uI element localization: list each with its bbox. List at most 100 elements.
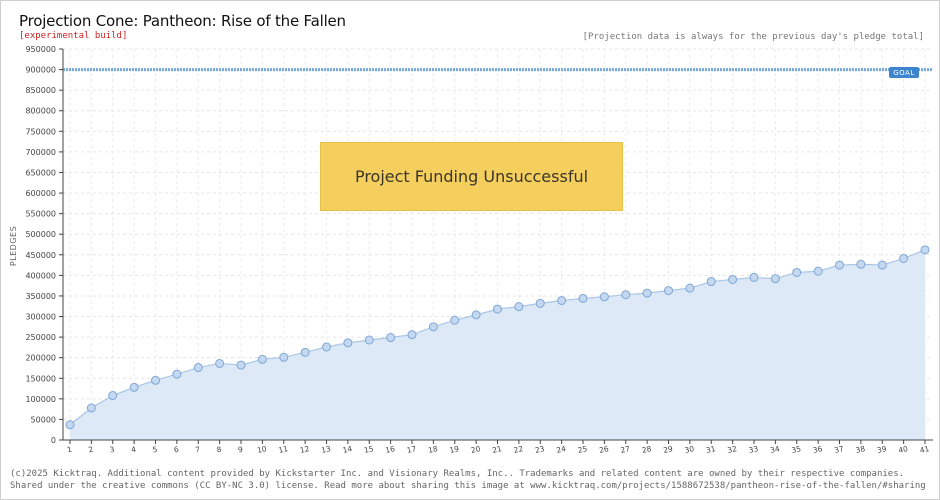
data-point bbox=[599, 292, 609, 302]
data-point bbox=[578, 293, 588, 303]
x-tick-label: 40 bbox=[898, 444, 909, 455]
x-tick-label: 32 bbox=[727, 444, 738, 455]
x-tick-label: 13 bbox=[320, 444, 331, 455]
data-point bbox=[386, 333, 396, 343]
y-tick-labels: 0 50000 100000 150000 200000 250000 300000 3500… bbox=[25, 45, 56, 445]
y-tick-label: 900000 bbox=[25, 66, 56, 75]
data-point bbox=[407, 330, 417, 340]
x-tick-label: 14 bbox=[342, 444, 353, 455]
data-point bbox=[279, 352, 289, 362]
y-tick-label: 350000 bbox=[25, 292, 56, 301]
x-tick-label: 2 bbox=[88, 445, 95, 455]
x-tick-label: 9 bbox=[237, 445, 244, 455]
data-point bbox=[557, 295, 567, 305]
x-tick-label: 11 bbox=[278, 444, 289, 455]
chart-canvas: 0500001000001500002000002500003000003500… bbox=[9, 45, 933, 455]
data-point bbox=[86, 403, 96, 413]
data-point bbox=[343, 338, 353, 348]
y-tick-label: 450000 bbox=[25, 251, 56, 260]
data-point bbox=[728, 274, 738, 284]
data-point bbox=[428, 322, 438, 332]
footer: (c)2025 Kicktraq. Additional content pro… bbox=[10, 468, 926, 492]
data-point bbox=[471, 310, 481, 320]
x-tick-label: 17 bbox=[406, 444, 417, 455]
y-tick-label: 600000 bbox=[25, 189, 56, 198]
x-tick-label: 22 bbox=[513, 444, 524, 455]
x-tick-label: 39 bbox=[876, 444, 887, 455]
x-tick-label: 31 bbox=[705, 444, 716, 455]
data-point bbox=[364, 335, 374, 345]
x-tick-label: 12 bbox=[299, 444, 310, 455]
funding-status-banner: Project Funding Unsuccessful bbox=[320, 142, 623, 211]
data-point bbox=[770, 274, 780, 284]
x-tick-label: 38 bbox=[855, 444, 866, 455]
y-tick-label: 0 bbox=[51, 436, 56, 445]
data-point bbox=[215, 358, 225, 368]
y-tick-label: 200000 bbox=[25, 354, 56, 363]
y-tick-label: 750000 bbox=[25, 127, 56, 136]
y-tick-label: 150000 bbox=[25, 374, 56, 383]
x-tick-label: 36 bbox=[812, 444, 823, 455]
x-tick-label: 30 bbox=[684, 444, 695, 455]
x-tick-label: 34 bbox=[769, 444, 780, 455]
data-point bbox=[642, 288, 652, 298]
data-point bbox=[813, 266, 823, 276]
data-point bbox=[514, 302, 524, 312]
x-tick-label: 25 bbox=[577, 444, 588, 455]
x-tick-label: 27 bbox=[620, 444, 631, 455]
x-tick-label: 10 bbox=[256, 444, 267, 455]
x-tick-label: 4 bbox=[130, 445, 137, 455]
goal-badge: GOAL bbox=[889, 67, 919, 78]
data-point bbox=[65, 420, 75, 430]
x-tick-label: 26 bbox=[598, 444, 609, 455]
x-tick-label: 19 bbox=[449, 444, 460, 455]
x-tick-label: 24 bbox=[556, 444, 567, 455]
y-tick-label: 500000 bbox=[25, 230, 56, 239]
x-tick-label: 16 bbox=[385, 444, 396, 455]
y-tick-label: 100000 bbox=[25, 395, 56, 404]
data-point bbox=[856, 259, 866, 269]
data-point bbox=[835, 260, 844, 270]
data-point bbox=[664, 286, 673, 296]
x-tick-label: 1 bbox=[66, 445, 73, 455]
data-point bbox=[172, 369, 182, 379]
x-tick-label: 8 bbox=[216, 445, 223, 455]
x-tick-label: 3 bbox=[109, 445, 116, 455]
data-point bbox=[129, 382, 139, 392]
data-point bbox=[920, 245, 930, 255]
x-tick-label: 15 bbox=[363, 444, 374, 455]
data-point bbox=[493, 304, 502, 314]
x-tick-label: 35 bbox=[791, 444, 802, 455]
y-tick-label: 550000 bbox=[25, 210, 56, 219]
data-point bbox=[706, 277, 716, 287]
data-point bbox=[300, 347, 310, 357]
y-tick-label: 400000 bbox=[25, 271, 56, 280]
data-point bbox=[899, 253, 909, 263]
data-point bbox=[749, 272, 759, 282]
data-point bbox=[236, 360, 246, 370]
x-tick-label: 7 bbox=[194, 445, 201, 455]
data-point bbox=[877, 260, 887, 270]
y-tick-label: 700000 bbox=[25, 148, 56, 157]
data-point bbox=[193, 363, 203, 373]
data-point bbox=[792, 267, 802, 277]
y-tick-label: 650000 bbox=[25, 168, 56, 177]
y-tick-label: 50000 bbox=[31, 415, 56, 424]
x-tick-label: 28 bbox=[641, 444, 652, 455]
footer-copyright: (c)2025 Kicktraq. Additional content pro… bbox=[10, 469, 905, 479]
x-tick-label: 33 bbox=[748, 444, 759, 455]
x-tick-label: 18 bbox=[427, 444, 438, 455]
x-tick-label: 29 bbox=[662, 444, 673, 455]
data-point bbox=[257, 354, 267, 364]
x-tick-label: 23 bbox=[534, 444, 545, 455]
x-tick-labels: 1 2 3 4 5 6 7 8 9 10 11 12 13 14 15 16 17 18 19 20 21 22 23 24 2… bbox=[66, 444, 930, 455]
data-point bbox=[151, 375, 160, 385]
x-tick-label: 6 bbox=[173, 445, 180, 455]
y-tick-label: 800000 bbox=[25, 107, 56, 116]
data-point bbox=[450, 315, 460, 325]
y-tick-label: 950000 bbox=[25, 45, 56, 54]
x-tick-label: 20 bbox=[470, 444, 481, 455]
data-point bbox=[621, 290, 631, 300]
data-point bbox=[685, 283, 695, 293]
y-tick-label: 300000 bbox=[25, 313, 56, 322]
